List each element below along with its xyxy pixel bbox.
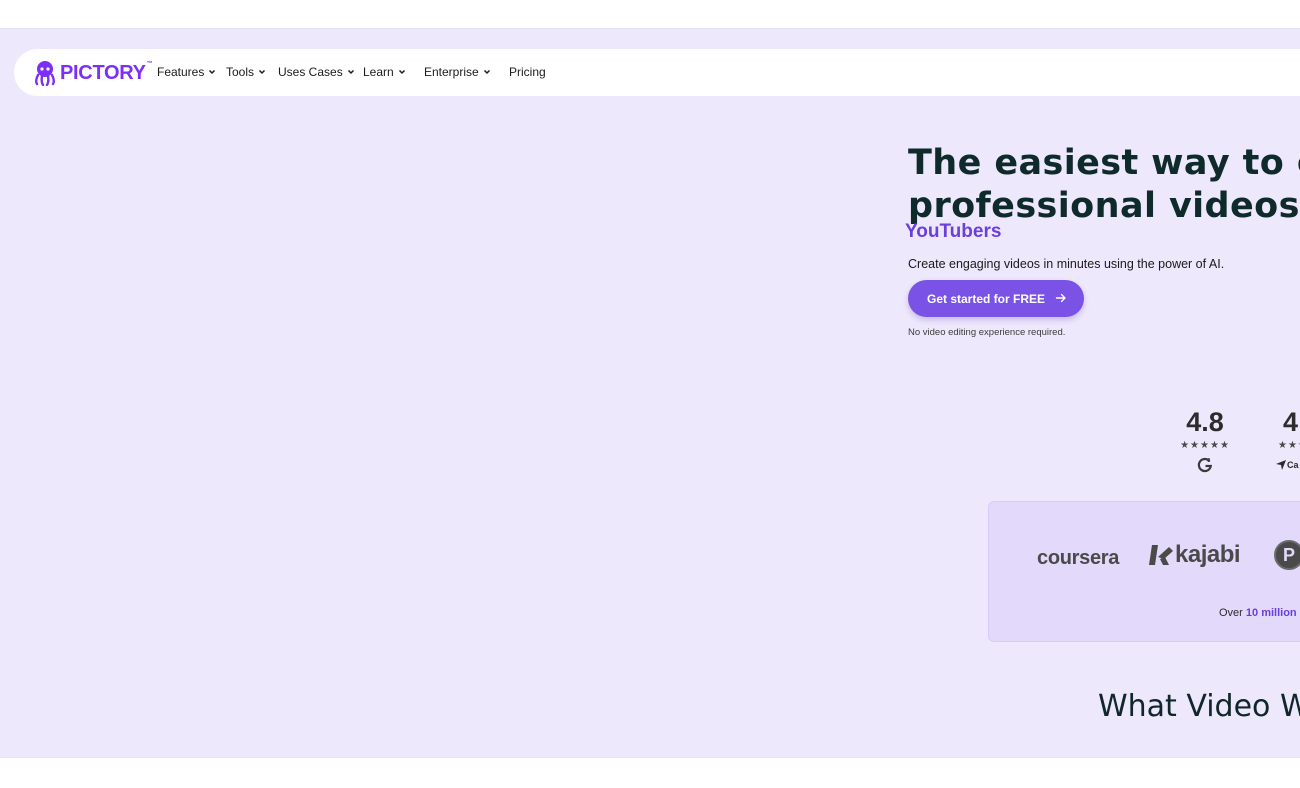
rating-stars: ★★★ [1278, 440, 1300, 451]
nav-item-learn[interactable]: Learn [363, 65, 406, 79]
kajabi-logo-group: kajabi [1149, 541, 1241, 569]
trusted-by-panel: coursera kajabi P Over 10 million [988, 501, 1300, 642]
user-count-prefix: Over [1219, 607, 1246, 619]
nav-item-enterprise[interactable]: Enterprise [424, 65, 491, 79]
capterra-icon: Ca [1276, 457, 1300, 473]
rating-g2: 4.8 ★★★★★ 2 [1177, 405, 1233, 473]
nav-item-label: Tools [226, 65, 255, 79]
user-count-text: Over 10 million [1219, 607, 1297, 619]
pictory-logo[interactable]: PICTORY ™ [33, 60, 153, 86]
rating-capterra: 4 ★★★ Ca [1276, 405, 1300, 473]
octopus-icon [35, 61, 55, 86]
chevron-down-icon [347, 69, 354, 75]
nav-item-label: Learn [363, 65, 394, 79]
g2-icon: 2 [1177, 457, 1233, 473]
coursera-logo: coursera [1037, 547, 1120, 569]
chevron-down-icon [398, 69, 405, 75]
hero-subtitle: Create engaging videos in minutes using … [908, 257, 1225, 271]
nav-item-use-cases[interactable]: Uses Cases [278, 65, 355, 79]
nav-item-label: Features [157, 65, 205, 79]
capterra-label: Ca [1287, 460, 1299, 470]
top-nav: PICTORY ™ Features Tools Uses Cases Lear… [14, 49, 1300, 96]
kajabi-wordmark: kajabi [1175, 541, 1241, 568]
nav-item-label: Pricing [509, 65, 546, 79]
trademark-symbol: ™ [146, 61, 153, 67]
get-started-button[interactable]: Get started for FREE [908, 280, 1084, 317]
hero-headline: The easiest way to creat professional vi… [908, 142, 1300, 228]
nav-item-label: Uses Cases [278, 65, 343, 79]
arrow-right-icon [1055, 293, 1066, 303]
headline-line-1: The easiest way to creat [908, 143, 1300, 183]
rating-score: 4 [1283, 407, 1299, 437]
svg-text:2: 2 [1208, 458, 1211, 464]
rotating-audience-word: YouTubers [905, 221, 1002, 242]
nav-item-tools[interactable]: Tools [226, 65, 266, 79]
hero-section: PICTORY ™ Features Tools Uses Cases Lear… [0, 28, 1300, 758]
nav-item-features[interactable]: Features [157, 65, 216, 79]
chevron-down-icon [258, 69, 266, 75]
no-experience-note: No video editing experience required. [908, 327, 1066, 338]
section-title: What Video W [1098, 689, 1300, 724]
rating-score: 4.8 [1186, 407, 1224, 437]
nav-item-pricing[interactable]: Pricing [509, 65, 546, 79]
page: PICTORY ™ Features Tools Uses Cases Lear… [0, 0, 1300, 788]
rating-stars: ★★★★★ [1180, 440, 1230, 451]
kajabi-mark-icon [1149, 545, 1173, 565]
user-count-highlight: 10 million [1245, 607, 1297, 619]
nav-item-label: Enterprise [424, 65, 479, 79]
p-brand-logo: P [1274, 540, 1300, 570]
cta-label: Get started for FREE [927, 291, 1046, 306]
chevron-down-icon [209, 69, 216, 75]
logo-wordmark: PICTORY [60, 61, 146, 84]
chevron-down-icon [483, 69, 490, 75]
